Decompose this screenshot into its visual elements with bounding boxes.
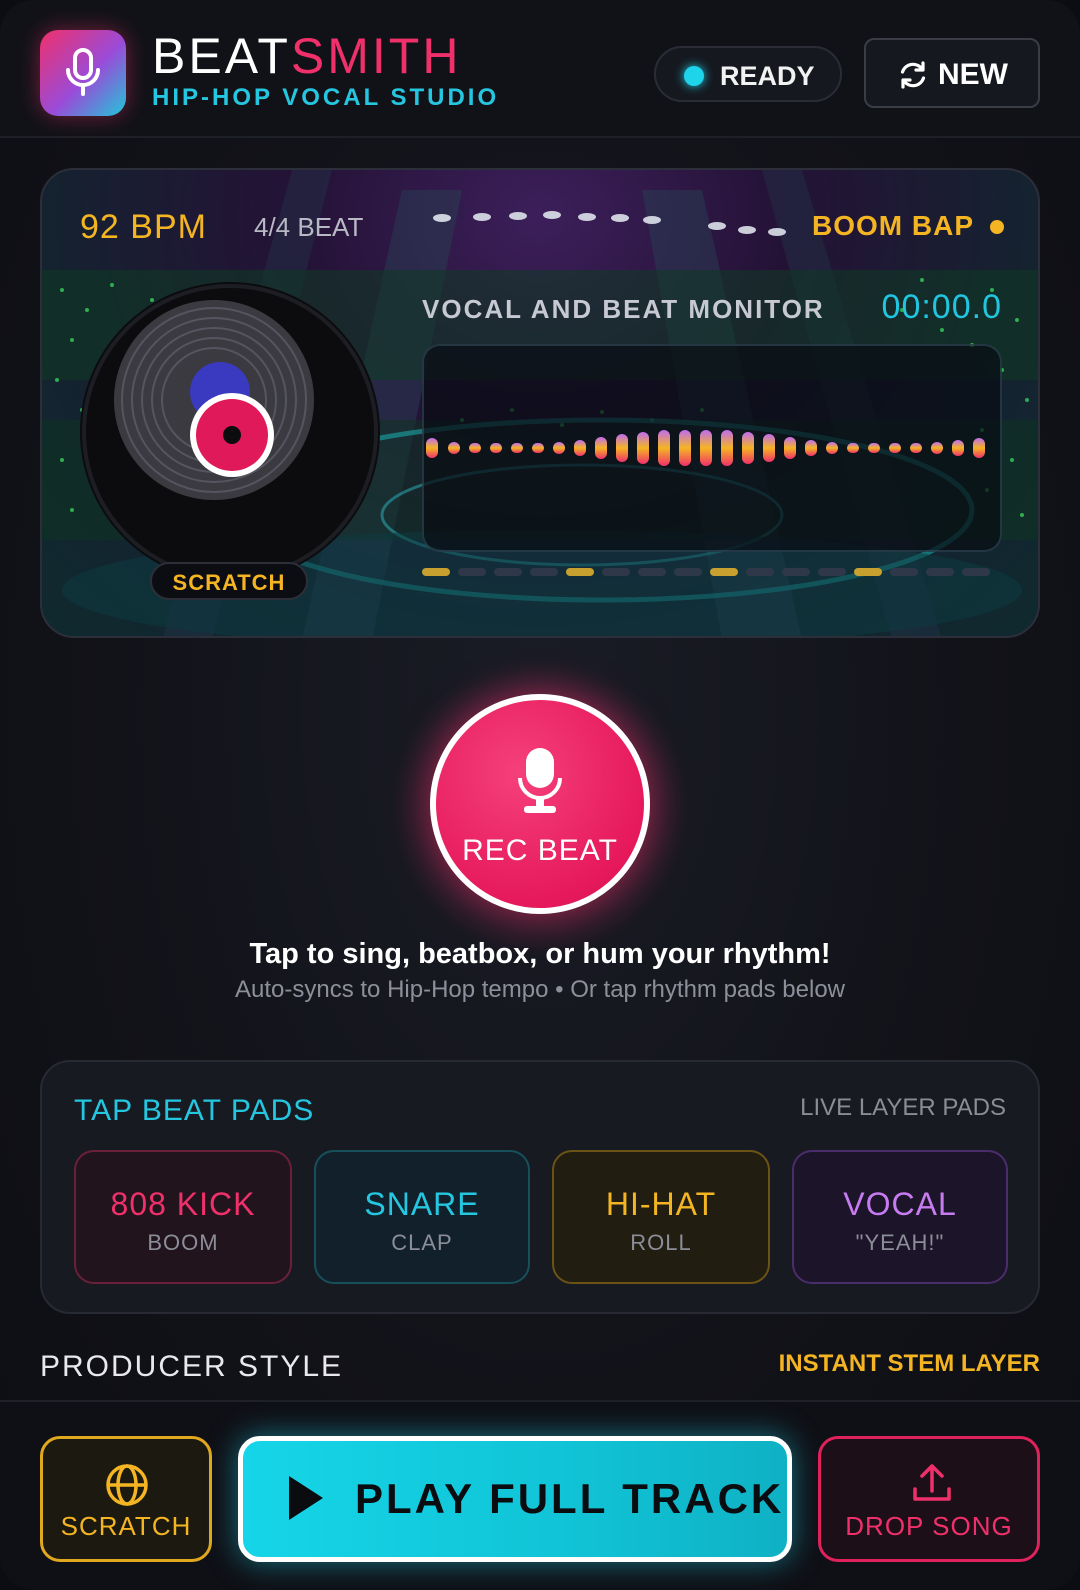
refresh-icon <box>900 61 926 89</box>
producer-style-label: PRODUCER STYLE <box>40 1350 344 1383</box>
waveform-display <box>422 344 1002 552</box>
brand-part-1: BEAT <box>152 28 291 84</box>
status-text: READY <box>720 61 815 91</box>
pad-hi-hat[interactable]: HI-HAT ROLL <box>552 1150 770 1284</box>
bottom-action-bar: SCRATCH PLAY FULL TRACK DROP SONG <box>0 1400 1080 1590</box>
pad-sublabel: BOOM <box>147 1230 219 1255</box>
drop-song-button-label: DROP SONG <box>845 1511 1013 1541</box>
play-icon <box>289 1476 323 1520</box>
scratch-chip[interactable]: SCRATCH <box>150 562 308 600</box>
globe-icon <box>106 1464 148 1506</box>
bpm-readout: 92 BPM <box>80 208 207 246</box>
pads-title: TAP BEAT PADS <box>74 1094 315 1127</box>
scratch-button[interactable]: SCRATCH <box>40 1436 212 1562</box>
brand-tagline: HIP-HOP VOCAL STUDIO <box>152 84 500 111</box>
upload-icon <box>913 1464 951 1501</box>
microphone-icon <box>66 48 100 96</box>
beat-pads-panel: TAP BEAT PADS LIVE LAYER PADS 808 KICK B… <box>40 1060 1040 1314</box>
pad-label: HI-HAT <box>605 1186 717 1222</box>
new-button-label: NEW <box>938 58 1008 91</box>
record-subhint: Auto-syncs to Hip-Hop tempo • Or tap rhy… <box>235 976 845 1003</box>
pad-label: VOCAL <box>843 1186 957 1222</box>
beat-monitor-stage: 92 BPM 4/4 BEAT BOOM BAP VOCAL AND BEAT … <box>40 168 1040 638</box>
brand-name: BEATSMITH <box>152 30 461 82</box>
play-button-label: PLAY FULL TRACK <box>355 1475 785 1522</box>
record-button-label: REC BEAT <box>462 834 618 867</box>
status-dot <box>684 66 704 86</box>
pad-sublabel: ROLL <box>630 1230 692 1255</box>
pad-label: SNARE <box>364 1186 480 1222</box>
pad-808-kick[interactable]: 808 KICK BOOM <box>74 1150 292 1284</box>
pad-sublabel: CLAP <box>391 1230 453 1255</box>
microphone-icon <box>518 748 562 813</box>
monitor-label: VOCAL AND BEAT MONITOR <box>422 294 825 324</box>
app-header: BEATSMITH HIP-HOP VOCAL STUDIO READY NEW <box>0 0 1080 138</box>
time-signature: 4/4 BEAT <box>254 212 364 242</box>
app-screen: BEATSMITH HIP-HOP VOCAL STUDIO READY NEW <box>0 0 1080 1590</box>
brand-part-2: SMITH <box>290 28 462 84</box>
pad-vocal[interactable]: VOCAL "YEAH!" <box>792 1150 1008 1284</box>
style-indicator-dot <box>990 220 1004 234</box>
app-logo <box>40 30 126 116</box>
scratch-button-label: SCRATCH <box>60 1511 192 1541</box>
drop-song-button[interactable]: DROP SONG <box>818 1436 1040 1562</box>
pad-label: 808 KICK <box>110 1186 256 1222</box>
play-full-track-button[interactable]: PLAY FULL TRACK <box>238 1436 792 1562</box>
record-hint: Tap to sing, beatbox, or hum your rhythm… <box>249 938 831 970</box>
instant-stem-layer-link[interactable]: INSTANT STEM LAYER <box>779 1350 1040 1378</box>
record-timer: 00:00.0 <box>881 288 1002 326</box>
waveform <box>426 430 985 466</box>
scratch-chip-label: SCRATCH <box>172 570 286 595</box>
new-button[interactable]: NEW <box>864 38 1040 108</box>
beat-style-tag: BOOM BAP <box>812 210 974 241</box>
pad-sublabel: "YEAH!" <box>855 1230 945 1255</box>
status-badge: READY <box>654 46 842 102</box>
record-button[interactable]: REC BEAT <box>430 694 650 914</box>
pads-subtitle: LIVE LAYER PADS <box>800 1094 1006 1121</box>
pad-snare[interactable]: SNARE CLAP <box>314 1150 530 1284</box>
